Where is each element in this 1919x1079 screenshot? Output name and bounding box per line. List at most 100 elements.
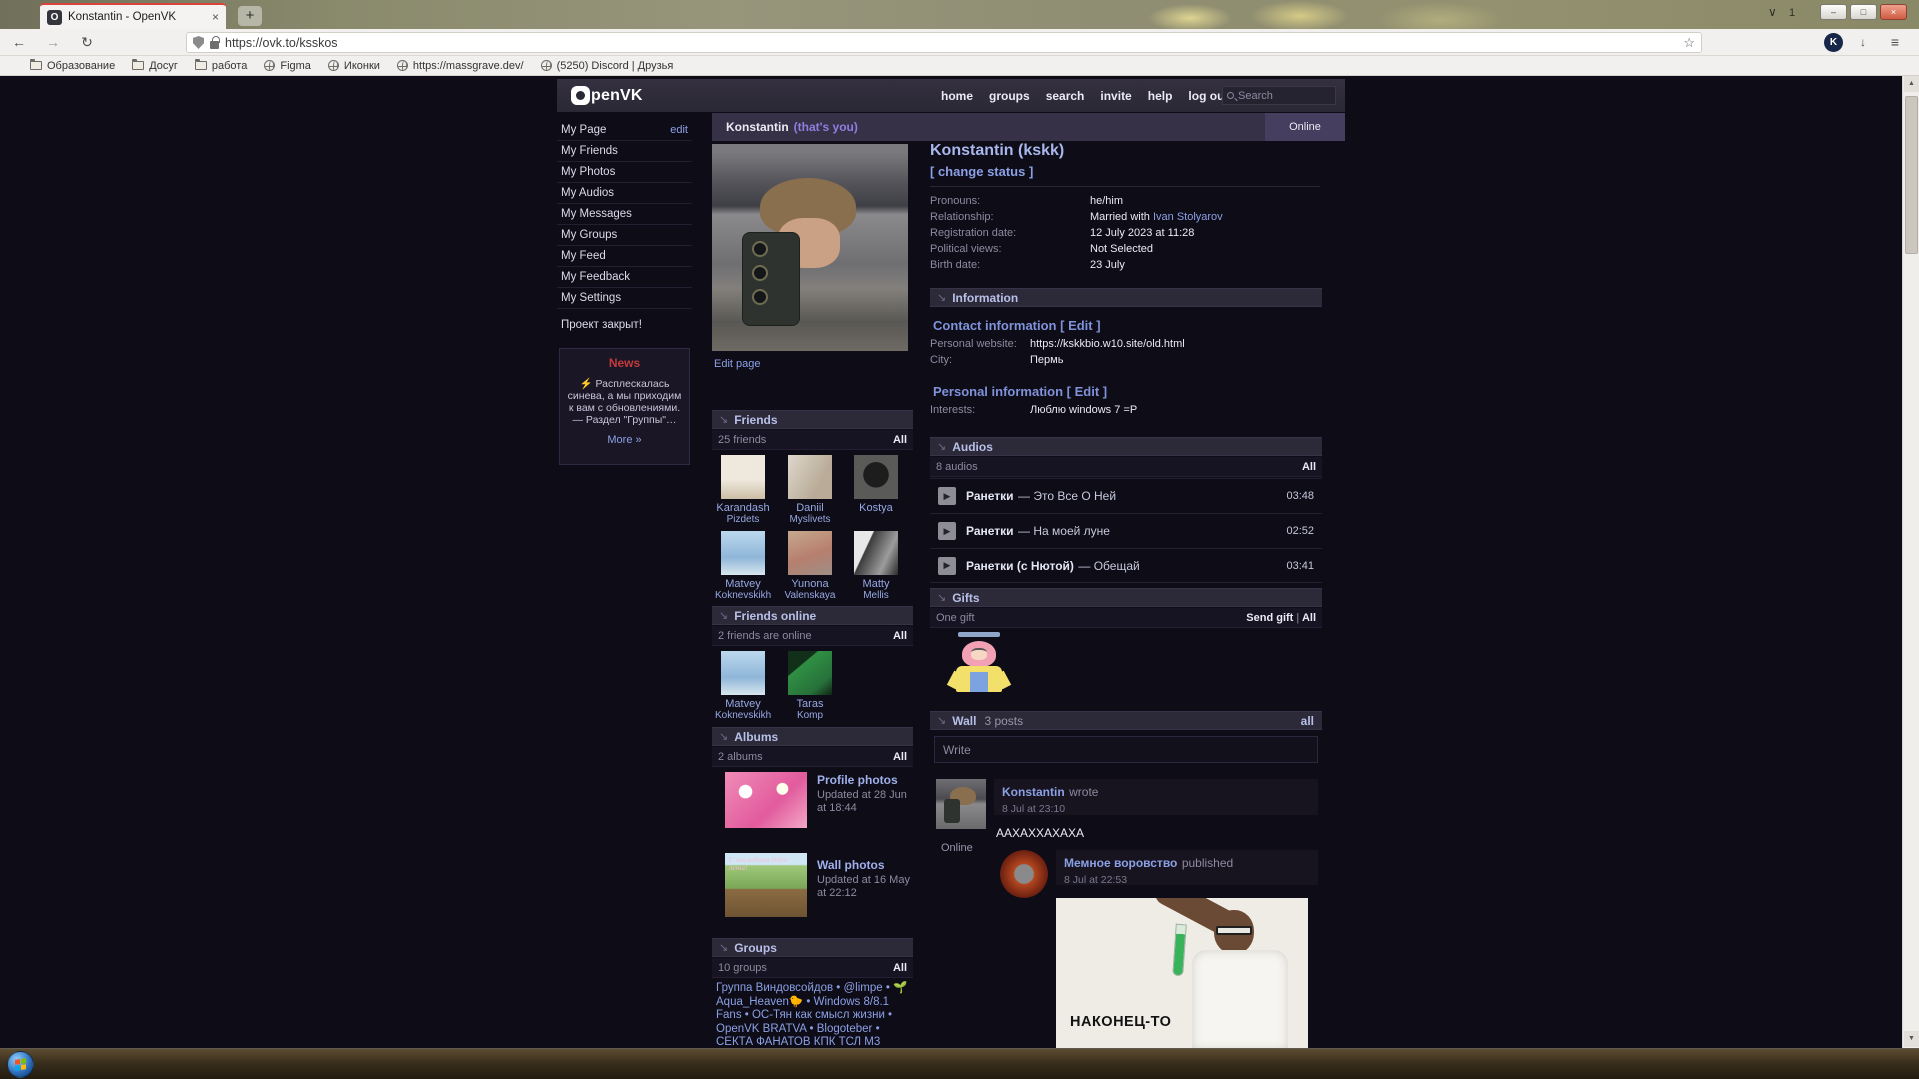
- window-maximize-button[interactable]: □: [1850, 4, 1877, 20]
- send-gift-link[interactable]: Send gift: [1246, 612, 1293, 624]
- friend-tile[interactable]: Matty Mellis: [848, 531, 904, 601]
- friend-tile[interactable]: Taras Komp: [782, 651, 838, 721]
- friend-avatar[interactable]: [788, 651, 832, 695]
- openvk-logo-text[interactable]: penVK: [591, 87, 643, 105]
- sidebar-item-my-groups[interactable]: My Groups: [557, 225, 692, 246]
- play-icon[interactable]: ▶: [938, 522, 956, 540]
- sidebar-item-my-feed[interactable]: My Feed: [557, 246, 692, 267]
- audio-track-row[interactable]: ▶ Ранетки — На моей луне 02:52: [930, 513, 1322, 548]
- tracking-shield-icon[interactable]: [193, 36, 204, 49]
- album-title[interactable]: Wall photos: [817, 858, 913, 872]
- album-title[interactable]: Profile photos: [817, 773, 913, 787]
- gift-image[interactable]: [946, 632, 1012, 706]
- contact-edit-link[interactable]: [ Edit ]: [1060, 318, 1100, 333]
- friend-tile[interactable]: Karandash Pizdets: [715, 455, 771, 525]
- groups-list[interactable]: Группа Виндовсойдов • @limpe • 🌱Aqua_Hea…: [716, 982, 908, 1048]
- bookmark-item[interactable]: (5250) Discord | Друзья: [540, 60, 673, 72]
- list-tabs-chevron-icon[interactable]: ∨: [1768, 5, 1777, 19]
- profile-photo[interactable]: [712, 144, 908, 351]
- sidebar-item-my-settings[interactable]: My Settings: [557, 288, 692, 309]
- bookmark-folder[interactable]: Образование: [30, 59, 115, 72]
- friends-online-all-link[interactable]: All: [893, 630, 907, 642]
- friend-tile[interactable]: Kostya: [848, 455, 904, 514]
- post-author-avatar[interactable]: [936, 779, 986, 829]
- friend-avatar[interactable]: [854, 531, 898, 575]
- post-date[interactable]: 8 Jul at 23:10: [1002, 803, 1310, 815]
- repost-date[interactable]: 8 Jul at 22:53: [1064, 874, 1310, 886]
- sidebar-item-my-friends[interactable]: My Friends: [557, 141, 692, 162]
- scrollbar-thumb[interactable]: [1905, 96, 1918, 254]
- friend-avatar[interactable]: [854, 455, 898, 499]
- sidebar-item-my-photos[interactable]: My Photos: [557, 162, 692, 183]
- url-bar[interactable]: ☆: [186, 32, 1702, 53]
- bookmark-star-icon[interactable]: ☆: [1683, 35, 1695, 51]
- friend-tile[interactable]: Daniil Myslivets: [782, 455, 838, 525]
- nav-invite[interactable]: invite: [1100, 89, 1131, 103]
- bookmark-item[interactable]: Иконки: [327, 60, 380, 72]
- friend-avatar[interactable]: [721, 455, 765, 499]
- edit-page-link[interactable]: Edit page: [714, 358, 760, 370]
- sidebar-edit-link[interactable]: edit: [670, 120, 688, 140]
- reload-icon[interactable]: ↻: [76, 32, 98, 52]
- sidebar-item-my-audios[interactable]: My Audios: [557, 183, 692, 204]
- scroll-up-icon[interactable]: ▲: [1904, 76, 1919, 92]
- friend-avatar[interactable]: [721, 531, 765, 575]
- friend-tile[interactable]: Matvey Koknevskikh: [715, 531, 771, 601]
- back-icon[interactable]: ←: [8, 32, 30, 52]
- relationship-link[interactable]: Ivan Stolyarov: [1153, 211, 1223, 223]
- sidebar-item-my-messages[interactable]: My Messages: [557, 204, 692, 225]
- nav-search[interactable]: search: [1046, 89, 1085, 103]
- window-close-button[interactable]: ×: [1880, 4, 1907, 20]
- browser-tab[interactable]: O Konstantin - OpenVK ×: [40, 3, 226, 29]
- sidebar-item-project-closed[interactable]: Проект закрыт!: [557, 315, 692, 336]
- friends-all-link[interactable]: All: [893, 434, 907, 446]
- wall-write-input[interactable]: [934, 736, 1318, 763]
- downloads-icon[interactable]: ↓: [1852, 32, 1874, 52]
- lock-icon[interactable]: [210, 35, 220, 49]
- nav-home[interactable]: home: [941, 89, 973, 103]
- sidebar-item-my-feedback[interactable]: My Feedback: [557, 267, 692, 288]
- friend-avatar[interactable]: [788, 455, 832, 499]
- news-more-link[interactable]: More »: [560, 434, 689, 446]
- repost-meme-image[interactable]: НАКОНЕЦ-ТО: [1056, 898, 1308, 1048]
- header-search-input[interactable]: [1238, 89, 1324, 102]
- play-icon[interactable]: ▶: [938, 556, 956, 575]
- scroll-down-icon[interactable]: ▼: [1904, 1031, 1919, 1047]
- personal-edit-link[interactable]: [ Edit ]: [1067, 384, 1107, 399]
- groups-all-link[interactable]: All: [893, 962, 907, 974]
- gifts-all-link[interactable]: All: [1302, 612, 1316, 624]
- new-tab-button[interactable]: +: [238, 6, 262, 26]
- bookmark-item[interactable]: Figma: [264, 60, 311, 72]
- album-thumbnail[interactable]: [725, 772, 807, 828]
- audio-track-row[interactable]: ▶ Ранетки (с Нютой) — Обещай 03:41: [930, 548, 1322, 583]
- browser-account-button[interactable]: K: [1824, 33, 1843, 52]
- repost-group-link[interactable]: Мемное воровство: [1064, 856, 1177, 870]
- url-input[interactable]: [225, 35, 1678, 50]
- bookmark-item[interactable]: https://massgrave.dev/: [396, 60, 524, 72]
- play-icon[interactable]: ▶: [938, 487, 956, 505]
- nav-groups[interactable]: groups: [989, 89, 1030, 103]
- nav-help[interactable]: help: [1148, 89, 1173, 103]
- page-scrollbar[interactable]: ▲ ▼: [1902, 76, 1919, 1048]
- window-minimize-button[interactable]: –: [1820, 4, 1847, 20]
- friend-tile[interactable]: Yunona Valenskaya: [782, 531, 838, 601]
- albums-all-link[interactable]: All: [893, 751, 907, 763]
- bookmark-folder[interactable]: работа: [194, 59, 247, 72]
- audios-all-link[interactable]: All: [1302, 461, 1316, 473]
- forward-icon[interactable]: →: [42, 32, 64, 52]
- header-search-box[interactable]: [1222, 86, 1336, 105]
- friend-avatar[interactable]: [721, 651, 765, 695]
- start-button[interactable]: [7, 1051, 34, 1078]
- friend-avatar[interactable]: [788, 531, 832, 575]
- repost-group-avatar[interactable]: [1000, 850, 1048, 898]
- sidebar-item-my-page[interactable]: My Page edit: [557, 120, 692, 141]
- post-author-link[interactable]: Konstantin: [1002, 785, 1065, 799]
- change-status-link[interactable]: [ change status ]: [930, 164, 1033, 179]
- openvk-logo-icon[interactable]: [571, 86, 590, 105]
- menu-icon[interactable]: ≡: [1884, 32, 1906, 52]
- friend-tile[interactable]: Matvey Koknevskikh: [715, 651, 771, 721]
- personal-website-link[interactable]: https://kskkbio.w10.site/old.html: [1030, 338, 1185, 350]
- bookmark-folder[interactable]: Досуг: [132, 59, 178, 72]
- tab-close-icon[interactable]: ×: [212, 10, 219, 24]
- city-link[interactable]: Пермь: [1030, 354, 1063, 366]
